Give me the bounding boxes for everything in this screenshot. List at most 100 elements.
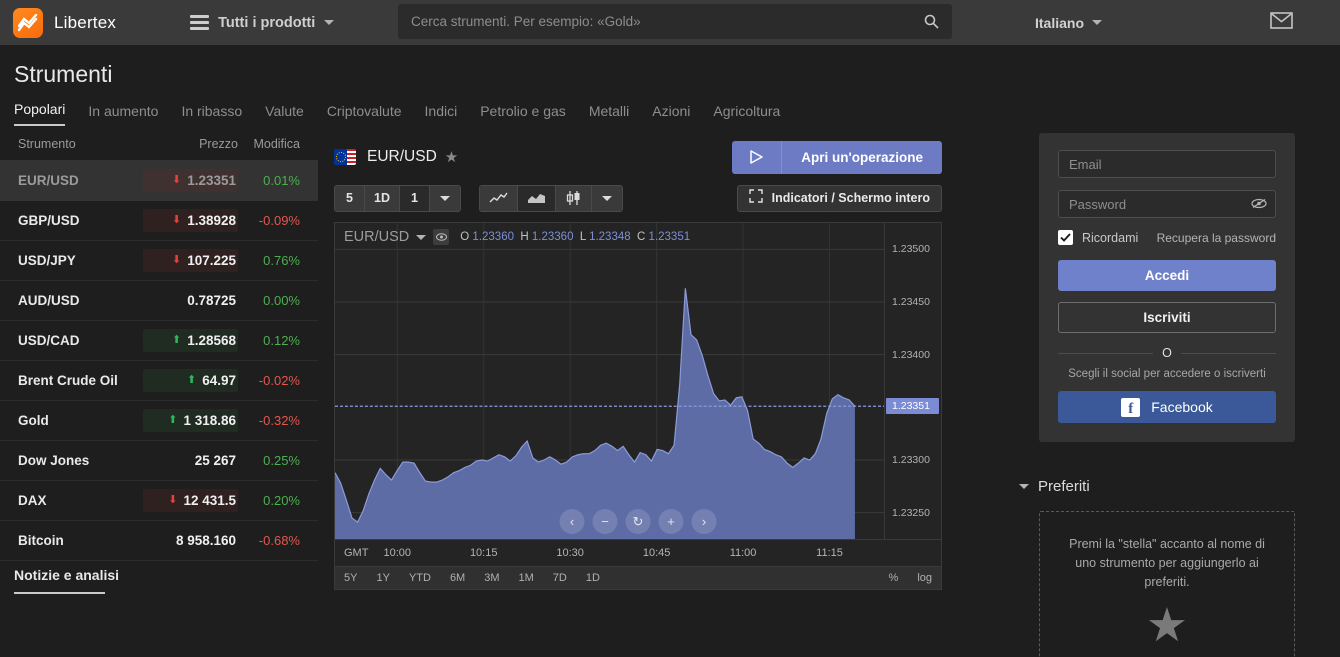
recover-password-link[interactable]: Recupera la password — [1157, 231, 1276, 245]
news-section-tab[interactable]: Notizie e analisi — [14, 567, 119, 594]
open-trade-label: Apri un'operazione — [801, 149, 923, 165]
tab-agricoltura[interactable]: Agricoltura — [713, 103, 780, 126]
instrument-name: USD/JPY — [18, 253, 76, 268]
minus-icon[interactable]: − — [592, 509, 618, 534]
social-login-note: Scegli il social per accedere o iscriver… — [1068, 368, 1266, 380]
y-axis-tick-label: 1.23250 — [892, 506, 930, 519]
tab-azioni[interactable]: Azioni — [652, 103, 690, 126]
table-row[interactable]: GBP/USD ⬇ 1.38928 -0.09% — [0, 201, 318, 241]
chart-type-button-group — [478, 184, 623, 212]
active-tab-underline — [14, 592, 105, 594]
instrument-change: 0.00% — [263, 293, 300, 308]
chart-area[interactable]: EUR/USD O 1.23360 H 1.23360 L 1.23348 C … — [334, 222, 942, 567]
arrow-up-icon: ⬆ — [186, 374, 197, 386]
timeframe-more-button[interactable] — [429, 185, 460, 211]
email-field[interactable] — [1058, 150, 1276, 178]
table-row[interactable]: USD/CAD ⬆ 1.28568 0.12% — [0, 321, 318, 361]
period-button-3m[interactable]: 3M — [484, 572, 499, 584]
remember-me-checkbox[interactable] — [1058, 230, 1073, 245]
instrument-price: 0.78725 — [187, 293, 236, 308]
table-row[interactable]: AUD/USD 0.78725 0.00% — [0, 281, 318, 321]
candlestick-chart-icon[interactable] — [555, 185, 592, 211]
timeframe-button-1d[interactable]: 1D — [365, 185, 400, 211]
signup-button[interactable]: Iscriviti — [1058, 302, 1276, 333]
instrument-price-cell: 8 958.160 — [143, 529, 238, 552]
remember-me-label: Ricordami — [1082, 230, 1139, 245]
facebook-login-button[interactable]: f Facebook — [1058, 391, 1276, 423]
star-icon[interactable]: ★ — [445, 148, 458, 166]
line-chart-icon[interactable] — [479, 185, 518, 211]
period-button-5y[interactable]: 5Y — [344, 572, 357, 584]
login-button[interactable]: Accedi — [1058, 260, 1276, 291]
chart-type-more-button[interactable] — [591, 185, 622, 211]
timeframe-button-1[interactable]: 1 — [399, 185, 430, 211]
tab-in-ribasso[interactable]: In ribasso — [181, 103, 242, 126]
x-axis-tick-label: 10:00 — [383, 547, 411, 559]
period-button-ytd[interactable]: YTD — [409, 572, 431, 584]
instrument-name: Dow Jones — [18, 453, 90, 468]
period-button-1d[interactable]: 1D — [586, 572, 600, 584]
facebook-icon: f — [1121, 397, 1141, 417]
remember-me-row: Ricordami Recupera la password — [1058, 230, 1276, 245]
table-row[interactable]: EUR/USD ⬇ 1.23351 0.01% — [0, 161, 318, 201]
table-row[interactable]: DAX ⬇ 12 431.5 0.20% — [0, 481, 318, 521]
language-selector[interactable]: Italiano — [1035, 15, 1103, 31]
period-button-6m[interactable]: 6M — [450, 572, 465, 584]
category-tabs: Popolari In aumento In ribasso Valute Cripto… — [14, 101, 780, 126]
search-input[interactable] — [398, 14, 924, 29]
chevron-down-icon[interactable] — [416, 234, 427, 240]
arrow-down-icon: ⬇ — [171, 174, 182, 186]
chevron-down-icon — [601, 195, 612, 201]
table-row[interactable]: Gold ⬆ 1 318.86 -0.32% — [0, 401, 318, 441]
eur-usd-flag-icon — [334, 149, 356, 165]
timeframe-button-5[interactable]: 5 — [335, 185, 365, 211]
reset-icon[interactable]: ↻ — [625, 509, 651, 534]
chart-toolbar: 5 1D 1 Indicatori / Schermo intero — [334, 179, 942, 217]
tab-petrolio-e-gas[interactable]: Petrolio e gas — [480, 103, 566, 126]
table-row[interactable]: Bitcoin 8 958.160 -0.68% — [0, 521, 318, 561]
eye-icon[interactable] — [1251, 196, 1267, 214]
tab-in-aumento[interactable]: In aumento — [88, 103, 158, 126]
scale-button-log[interactable]: log — [917, 572, 932, 584]
password-field[interactable] — [1058, 190, 1276, 218]
x-axis-tick-label: 11:00 — [729, 547, 757, 559]
tab-indici[interactable]: Indici — [425, 103, 458, 126]
table-row[interactable]: Brent Crude Oil ⬆ 64.97 -0.02% — [0, 361, 318, 401]
search-icon[interactable] — [924, 14, 939, 29]
envelope-icon[interactable] — [1270, 11, 1293, 34]
tab-valute[interactable]: Valute — [265, 103, 304, 126]
column-header-instrument: Strumento — [18, 137, 76, 151]
period-button-1y[interactable]: 1Y — [376, 572, 389, 584]
table-body: EUR/USD ⬇ 1.23351 0.01% GBP/USD ⬇ 1.38928 -0.09… — [0, 161, 318, 561]
search-bar[interactable] — [398, 4, 952, 39]
all-products-menu[interactable]: Tutti i prodotti — [190, 15, 335, 31]
plus-icon[interactable]: + — [658, 509, 684, 534]
chart-panel: EUR/USD ★ Apri un'operazione 5 1D 1 Indi… — [334, 137, 942, 590]
divider-line-right — [1180, 352, 1277, 354]
eye-icon[interactable] — [433, 229, 450, 245]
instrument-price-cell: 0.78725 — [143, 289, 238, 312]
table-row[interactable]: Dow Jones 25 267 0.25% — [0, 441, 318, 481]
tab-criptovalute[interactable]: Criptovalute — [327, 103, 402, 126]
tab-metalli[interactable]: Metalli — [589, 103, 629, 126]
tab-popolari[interactable]: Popolari — [14, 101, 66, 126]
table-row[interactable]: USD/JPY ⬇ 107.225 0.76% — [0, 241, 318, 281]
chevron-left-icon[interactable]: ‹ — [559, 509, 585, 534]
scale-button-%[interactable]: % — [889, 572, 899, 584]
libertex-logo-icon[interactable] — [13, 7, 43, 38]
or-divider: O — [1058, 346, 1277, 360]
timeframe-button-group: 5 1D 1 — [334, 184, 461, 212]
period-button-7d[interactable]: 7D — [553, 572, 567, 584]
instrument-name: Gold — [18, 413, 49, 428]
instrument-name: Bitcoin — [18, 533, 64, 548]
area-chart-icon[interactable] — [517, 185, 556, 211]
instrument-name: Brent Crude Oil — [18, 373, 118, 388]
instrument-change: 0.12% — [263, 333, 300, 348]
period-button-1m[interactable]: 1M — [519, 572, 534, 584]
chart-symbol-label: EUR/USD — [344, 229, 410, 245]
y-axis-tick-label: 1.23400 — [892, 348, 930, 361]
indicators-fullscreen-button[interactable]: Indicatori / Schermo intero — [736, 184, 942, 212]
chevron-right-icon[interactable]: › — [691, 509, 717, 534]
open-trade-button[interactable]: Apri un'operazione — [732, 140, 942, 174]
favorites-header[interactable]: Preferiti — [1019, 478, 1090, 495]
